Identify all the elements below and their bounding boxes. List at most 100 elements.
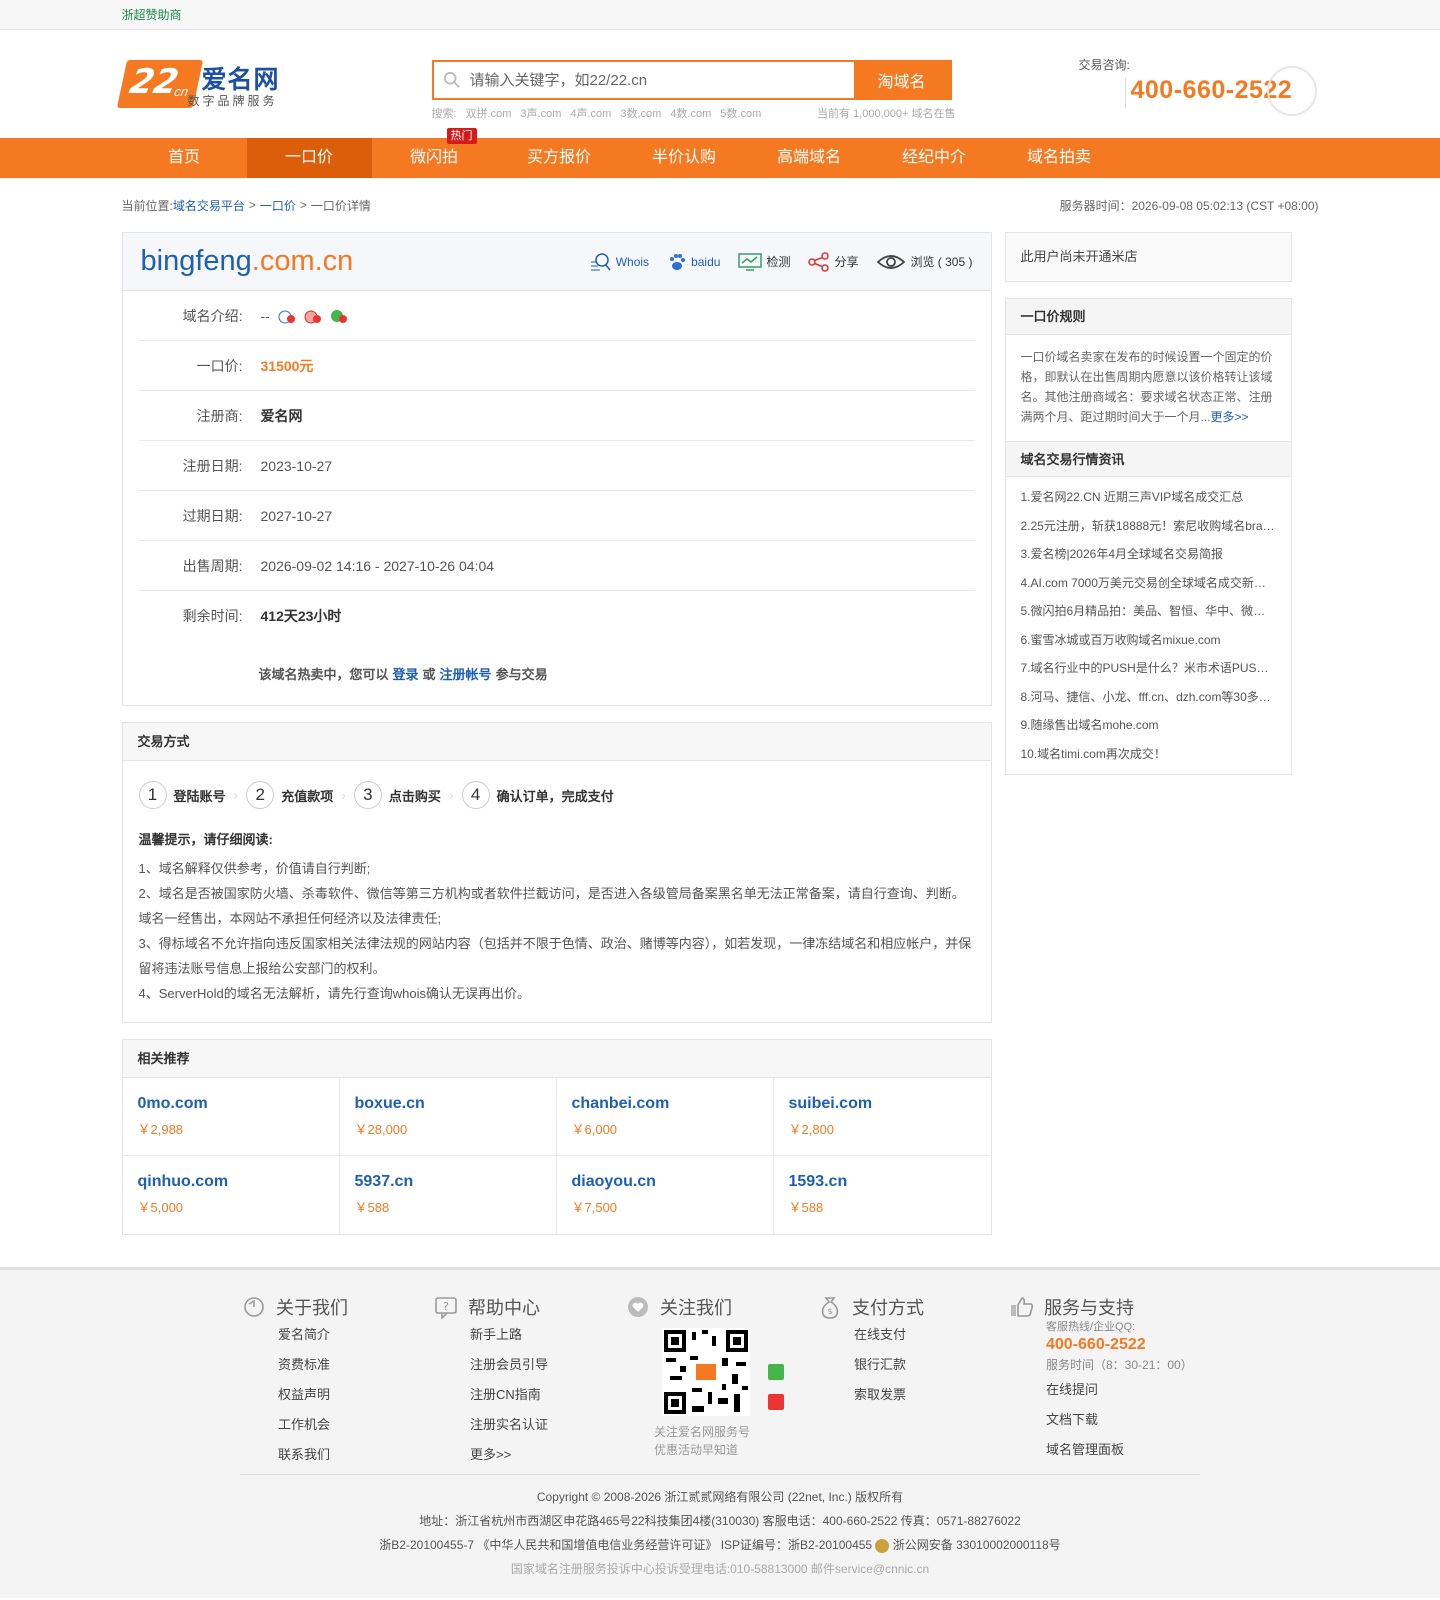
- hot-badge: 热门: [446, 128, 477, 144]
- nav-half-price[interactable]: 半价认购: [622, 138, 747, 178]
- service-phone: 400-660-2522: [1046, 1336, 1146, 1353]
- nav-premium[interactable]: 高端域名: [747, 138, 872, 178]
- news-item[interactable]: 8.河马、捷信、小龙、fff.cn、dzh.com等30多个好米: [1021, 683, 1291, 712]
- nav-fixed-price[interactable]: 一口价: [246, 138, 372, 178]
- detail-row: 过期日期: 2027-10-27: [138, 491, 975, 541]
- footer-link[interactable]: 注册会员引导: [470, 1350, 624, 1380]
- trade-method-panel: 交易方式 1 登陆账号 › 2 充值款项 › 3 点击购买 › 4 确认订单，完成支付 温馨提…: [121, 722, 992, 1023]
- domain-title: bingfeng.com.cn: [140, 245, 354, 277]
- search-input[interactable]: [469, 62, 854, 98]
- breadcrumb-current: 一口价详情: [310, 198, 371, 213]
- news-item[interactable]: 10.域名timi.com再次成交！: [1021, 740, 1291, 769]
- check-button[interactable]: 检测: [738, 252, 790, 272]
- login-link[interactable]: 登录: [393, 664, 419, 683]
- nav-home[interactable]: 首页: [122, 138, 247, 178]
- eye-icon: [877, 254, 906, 269]
- tip-item: 3、得标域名不允许指向违反国家相关法律法规的网站内容（包括并不限于色情、政治、赌…: [138, 936, 972, 976]
- license: 浙B2-20100455-7 《中华人民共和国增值电信业务经营许可证》 ISP证…: [379, 1538, 1061, 1553]
- footer-link[interactable]: 权益声明: [278, 1380, 432, 1410]
- logo-name: 爱名网: [201, 66, 280, 94]
- search-bar: 淘域名: [431, 60, 952, 100]
- footer-about: 关于我们 爱名简介 资费标准 权益声明 工作机会 联系我们: [240, 1294, 432, 1474]
- nav-flash-auction[interactable]: 微闪拍 热门: [372, 128, 497, 178]
- search-button[interactable]: 淘域名: [853, 62, 950, 98]
- site-logo[interactable]: 22 cn 爱名网 数字品牌服务: [116, 58, 292, 110]
- footer-link[interactable]: 爱名简介: [278, 1320, 432, 1350]
- top-bar: 浙超赞助商: [0, 0, 1440, 30]
- tips-title: 温馨提示，请仔细阅读:: [138, 832, 273, 847]
- tip-item: 1、域名解释仅供参考，价值请自行判断;: [138, 861, 371, 876]
- police-record[interactable]: 浙公网安备 33010002000118号: [893, 1538, 1061, 1552]
- domain-detail-panel: bingfeng.com.cn Whois baidu 检测 分享 浏览 (3…: [121, 232, 992, 706]
- share-button[interactable]: 分享: [808, 251, 858, 272]
- shop-status: 此用户尚未开通米店: [1004, 232, 1292, 282]
- whois-icon: [590, 252, 611, 270]
- related-item[interactable]: 1593.cn ￥588: [774, 1156, 991, 1234]
- nav-buyer-offer[interactable]: 买方报价: [497, 138, 622, 178]
- help-icon: ?: [435, 1297, 457, 1319]
- footer-link[interactable]: 文档下载: [1046, 1405, 1200, 1435]
- footer-link[interactable]: 更多>>: [470, 1440, 624, 1470]
- footer-link[interactable]: 在线支付: [854, 1320, 1008, 1350]
- hint-link[interactable]: 3声.com: [520, 105, 561, 121]
- news-item[interactable]: 4.AI.com 7000万美元交易创全球域名成交新纪录: [1021, 569, 1291, 598]
- hint-link[interactable]: 双拼.com: [466, 105, 512, 121]
- nav-auction[interactable]: 域名拍卖: [997, 138, 1122, 178]
- news-item[interactable]: 2.25元注册，斩获18888元！索尼收购域名bravia.cn: [1021, 512, 1291, 541]
- hint-link[interactable]: 3数.com: [620, 105, 661, 121]
- footer-link[interactable]: 银行汇款: [854, 1350, 1008, 1380]
- wechat-share-icon[interactable]: [330, 308, 348, 324]
- baidu-share-icon[interactable]: [278, 308, 296, 324]
- news-item[interactable]: 7.域名行业中的PUSH是什么？米市术语PUSH详解: [1021, 654, 1291, 683]
- footer-link[interactable]: 注册CN指南: [470, 1380, 624, 1410]
- breadcrumb: 当前位置: 域名交易平台 > 一口价 > 一口价详情 服务器时间：2026-09…: [121, 197, 1319, 214]
- detail-row: 剩余时间: 412天23小时: [182, 608, 342, 624]
- logo-slogan: 数字品牌服务: [187, 94, 278, 108]
- footer-link[interactable]: 工作机会: [278, 1410, 432, 1440]
- wechat-icon[interactable]: [768, 1364, 784, 1380]
- detail-row: 域名介绍: --: [138, 291, 975, 341]
- rules-more-link[interactable]: 更多>>: [1211, 410, 1249, 424]
- phone-icon: [1266, 66, 1317, 116]
- news-item[interactable]: 6.蜜雪冰城或百万收购域名mixue.com: [1021, 626, 1291, 655]
- step: 4 确认订单，完成支付: [461, 781, 614, 809]
- news-item[interactable]: 9.随缘售出域名mohe.com: [1021, 711, 1291, 740]
- footer-link[interactable]: 注册实名认证: [470, 1410, 624, 1440]
- domain-tools: Whois baidu 检测 分享 浏览 ( 305 ): [572, 251, 973, 272]
- news-item[interactable]: 3.爱名榜|2026年4月全球域名交易简报: [1021, 540, 1291, 569]
- news-item[interactable]: 5.微闪拍6月精品拍：美品、智恒、华中、微信等: [1021, 597, 1291, 626]
- tip-item: 4、ServerHold的域名无法解析，请先行查询whois确认无误再出价。: [138, 986, 531, 1001]
- footer-link[interactable]: 域名管理面板: [1046, 1435, 1200, 1465]
- footer-help: ? 帮助中心 新手上路 注册会员引导 注册CN指南 注册实名认证 更多>>: [432, 1294, 624, 1474]
- footer-link[interactable]: 联系我们: [278, 1440, 432, 1470]
- related-title: 相关推荐: [122, 1040, 991, 1078]
- news-item[interactable]: 1.爱名网22.CN 近期三声VIP域名成交汇总: [1021, 483, 1291, 512]
- register-link[interactable]: 注册帐号: [440, 664, 492, 683]
- weibo-share-icon[interactable]: [304, 308, 322, 324]
- breadcrumb-link[interactable]: 域名交易平台: [173, 197, 245, 214]
- related-item[interactable]: suibei.com ￥2,800: [773, 1078, 991, 1156]
- related-item[interactable]: 0mo.com ￥2,988: [122, 1078, 340, 1156]
- hint-link[interactable]: 5数.com: [720, 105, 761, 121]
- related-item[interactable]: 5937.cn ￥588: [340, 1156, 557, 1234]
- sponsor-link[interactable]: 浙超赞助商: [122, 8, 182, 22]
- breadcrumb-link[interactable]: 一口价: [260, 197, 296, 214]
- footer-link[interactable]: 索取发票: [854, 1380, 1008, 1410]
- related-item[interactable]: boxue.cn ￥28,000: [339, 1078, 557, 1156]
- hint-link[interactable]: 4数.com: [670, 105, 711, 121]
- service-sub: 客服热线/企业QQ:: [1046, 1321, 1136, 1333]
- whois-button[interactable]: Whois: [590, 252, 649, 272]
- baidu-button[interactable]: baidu: [667, 252, 720, 272]
- tips: 温馨提示，请仔细阅读: 1、域名解释仅供参考，价值请自行判断; 2、域名是否被国…: [123, 819, 991, 1022]
- search-hints-label: 搜索:: [431, 108, 457, 120]
- weibo-icon[interactable]: [768, 1394, 784, 1410]
- nav-broker[interactable]: 经纪中介: [872, 138, 997, 178]
- hint-link[interactable]: 4声.com: [570, 105, 611, 121]
- footer-pay: $ 支付方式 在线支付 银行汇款 索取发票: [816, 1294, 1008, 1474]
- footer-link[interactable]: 新手上路: [470, 1320, 624, 1350]
- footer-link[interactable]: 资费标准: [278, 1350, 432, 1380]
- footer-link[interactable]: 在线提问: [1046, 1375, 1200, 1405]
- related-item[interactable]: chanbei.com ￥6,000: [556, 1078, 774, 1156]
- related-item[interactable]: diaoyou.cn ￥7,500: [557, 1156, 774, 1234]
- related-item[interactable]: qinhuo.com ￥5,000: [123, 1156, 340, 1234]
